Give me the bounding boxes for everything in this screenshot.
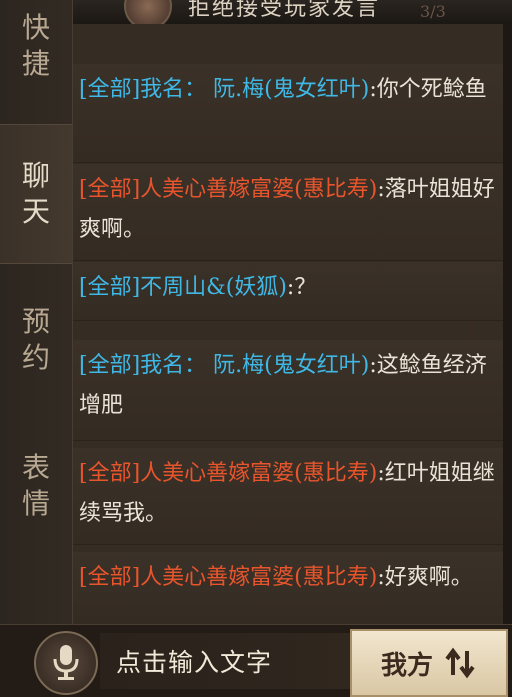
tab-quick-char-2: 捷 xyxy=(21,47,50,80)
message-channel: [全部] xyxy=(79,565,141,590)
message-text: :你个死鲶鱼 xyxy=(369,77,487,102)
header-title: 拒绝接受玩家发言 xyxy=(188,0,381,21)
tab-reserve-char-1: 预 xyxy=(21,305,50,338)
chat-message: [全部]人美心善嫁富婆(惠比寿):红叶姐姐继续骂我。 xyxy=(73,448,503,545)
chat-input[interactable]: 点击输入文字 xyxy=(100,633,352,689)
top-avatar xyxy=(124,0,172,24)
chat-tabs: 快 捷 聊 天 预 约 表 情 xyxy=(0,0,73,624)
header-counter: 3/3 xyxy=(420,2,446,21)
message-sender[interactable]: 不周山&(妖狐) xyxy=(140,275,287,300)
message-sender[interactable]: 人美心善嫁富婆(惠比寿) xyxy=(140,461,377,486)
message-sender[interactable]: 人美心善嫁富婆(惠比寿) xyxy=(140,177,377,202)
chat-message-body: [全部]我名： 阮.梅(鬼女红叶):你个死鲶鱼 xyxy=(79,70,497,110)
tab-chat-char-1: 聊 xyxy=(21,159,50,192)
tab-reserve-char-2: 约 xyxy=(21,341,50,374)
chat-message-body: [全部]人美心善嫁富婆(惠比寿):落叶姐姐好爽啊。 xyxy=(79,170,497,250)
chat-message: [全部]我名： 阮.梅(鬼女红叶):这鲶鱼经济增肥 xyxy=(73,340,503,441)
message-channel: [全部] xyxy=(79,353,141,378)
chat-message: [全部]人美心善嫁富婆(惠比寿):好爽啊。 xyxy=(73,552,503,625)
scope-toggle-button[interactable]: 我方 xyxy=(350,629,508,697)
chat-message-body: [全部]不周山&(妖狐):？ xyxy=(79,268,497,308)
message-text: :好爽啊。 xyxy=(377,565,473,590)
chat-message: [全部]人美心善嫁富婆(惠比寿):落叶姐姐好爽啊。 xyxy=(73,164,512,370)
top-bar: 拒绝接受玩家发言 3/3 xyxy=(0,0,512,25)
tab-quick-char-1: 快 xyxy=(21,11,50,44)
voice-button[interactable] xyxy=(34,631,98,695)
tab-emoji-char-2: 情 xyxy=(21,487,50,520)
message-channel: [全部] xyxy=(79,275,141,300)
message-channel: [全部] xyxy=(79,177,141,202)
tab-chat-char-2: 天 xyxy=(21,195,50,228)
input-bar: 点击输入文字 我方 xyxy=(0,624,512,697)
tab-emoji[interactable]: 表 情 xyxy=(0,446,72,526)
message-text: :？ xyxy=(286,275,317,300)
chat-message: [全部]不周山&(妖狐):？ xyxy=(73,262,503,321)
message-channel: [全部] xyxy=(79,77,141,102)
chat-message-body: [全部]人美心善嫁富婆(惠比寿):红叶姐姐继续骂我。 xyxy=(79,454,497,534)
chat-message-body: [全部]我名： 阮.梅(鬼女红叶):这鲶鱼经济增肥 xyxy=(79,346,497,426)
chat-message: [全部]我名： 阮.梅(鬼女红叶):你个死鲶鱼 xyxy=(73,64,503,163)
message-channel: [全部] xyxy=(79,461,141,486)
tab-emoji-char-1: 表 xyxy=(21,451,50,484)
scrollbar-track[interactable] xyxy=(503,24,512,624)
chat-input-placeholder: 点击输入文字 xyxy=(116,648,273,677)
chat-panel[interactable]: [全部]我名： 阮.梅(鬼女红叶):你个死鲶鱼 [全部]人美心善嫁富婆(惠比寿)… xyxy=(73,24,512,625)
swap-arrows-icon xyxy=(445,647,475,679)
tab-reserve[interactable]: 预 约 xyxy=(0,300,72,380)
tab-chat[interactable]: 聊 天 xyxy=(0,124,72,264)
tab-quick[interactable]: 快 捷 xyxy=(0,6,72,86)
message-sender[interactable]: 我名： 阮.梅(鬼女红叶) xyxy=(140,77,369,102)
scope-label: 我方 xyxy=(380,650,433,681)
message-sender[interactable]: 人美心善嫁富婆(惠比寿) xyxy=(140,565,377,590)
chat-message-body: [全部]人美心善嫁富婆(惠比寿):好爽啊。 xyxy=(79,558,497,598)
message-sender[interactable]: 我名： 阮.梅(鬼女红叶) xyxy=(140,353,369,378)
mic-icon xyxy=(53,645,79,680)
